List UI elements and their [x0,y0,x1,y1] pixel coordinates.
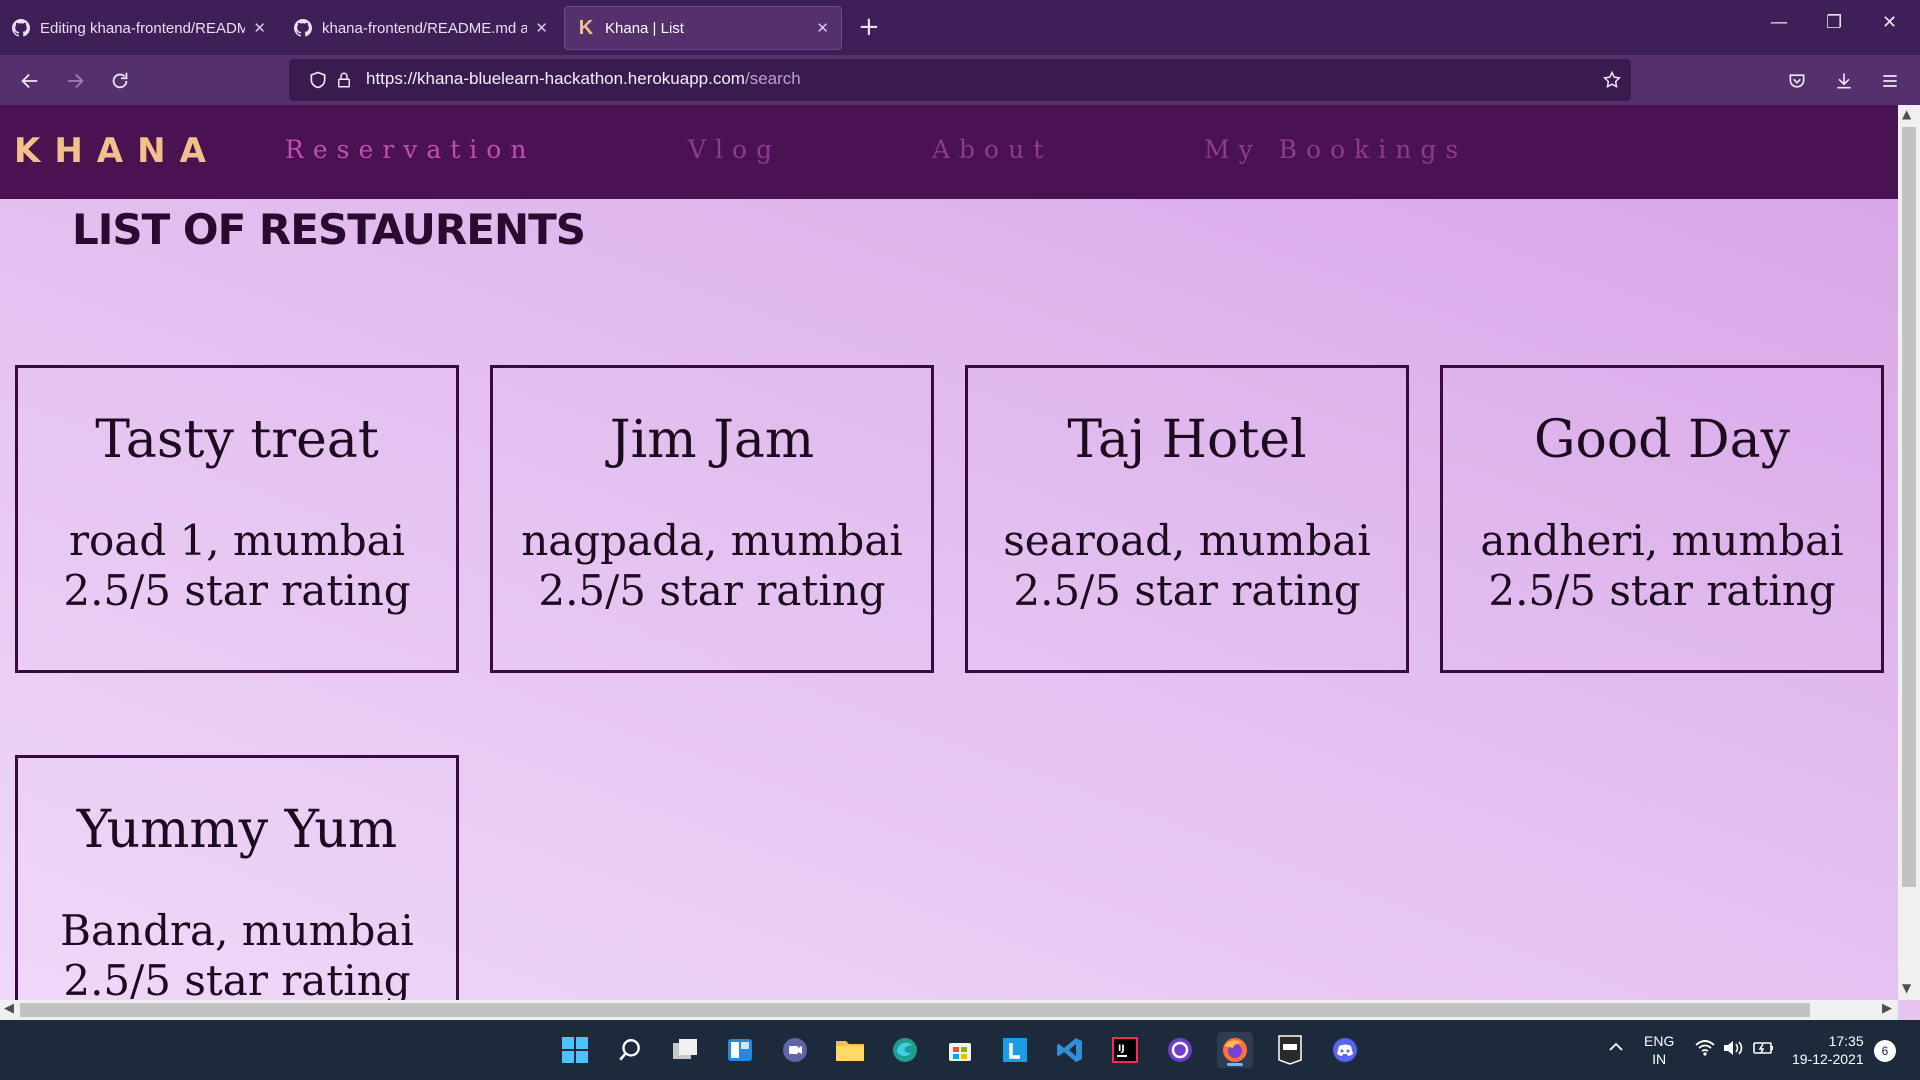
horizontal-scrollbar[interactable]: ◀ ▶ [0,1000,1898,1020]
region-code: IN [1652,1051,1667,1067]
star-icon[interactable] [1601,69,1623,91]
close-icon[interactable]: ✕ [535,19,548,37]
epic-games-icon[interactable] [1272,1032,1308,1068]
scroll-right-icon[interactable]: ▶ [1882,1001,1892,1016]
restore-icon[interactable]: ❐ [1826,12,1842,33]
teams-chat-icon[interactable] [777,1032,813,1068]
restaurant-rating: 2.5/5 star rating [63,956,411,1000]
svg-text:IJ: IJ [1118,1044,1125,1054]
battery-icon[interactable] [1752,1038,1776,1062]
minimize-icon[interactable]: — [1770,12,1788,33]
file-explorer-icon[interactable] [832,1032,868,1068]
url-path: /search [744,69,801,88]
clock-date: 19-12-2021 [1792,1051,1864,1067]
url-host: https://khana-bluelearn-hackathon.heroku… [366,69,745,88]
firefox-icon[interactable] [1217,1032,1253,1068]
clock-time: 17:35 [1828,1033,1864,1049]
close-icon[interactable]: ✕ [816,19,829,37]
lock-icon[interactable] [333,69,355,91]
notification-badge[interactable]: 6 [1874,1040,1896,1062]
shield-icon[interactable] [307,69,329,91]
restaurant-card[interactable]: Good Day andheri, mumbai 2.5/5 star rati… [1440,365,1884,673]
page-viewport: KHANA Reservation Vlog About My Bookings… [0,105,1898,1000]
scroll-up-icon[interactable]: ▲ [1902,107,1911,121]
restaurant-name: Tasty treat [95,410,379,470]
scrollbar-thumb[interactable] [20,1003,1810,1017]
nav-reservation[interactable]: Reservation [285,135,535,164]
input-language[interactable]: ENG IN [1644,1032,1674,1068]
back-arrow-icon[interactable] [16,67,44,95]
tray-overflow-icon[interactable] [1607,1040,1625,1058]
nav-my-bookings[interactable]: My Bookings [1204,135,1467,164]
windows-start-icon[interactable] [557,1032,593,1068]
scroll-left-icon[interactable]: ◀ [4,1001,14,1016]
menu-icon[interactable] [1876,67,1904,95]
restaurant-name: Yummy Yum [76,800,398,860]
github-icon [294,19,312,37]
restaurant-address: Bandra, mumbai [60,906,414,955]
scrollbar-thumb[interactable] [1902,127,1916,887]
forward-arrow-icon[interactable] [61,67,89,95]
restaurant-card[interactable]: Jim Jam nagpada, mumbai 2.5/5 star ratin… [490,365,934,673]
intellij-icon[interactable]: IJ [1107,1032,1143,1068]
tab-title: khana-frontend/README.md at [322,19,528,37]
vscode-icon[interactable] [1052,1032,1088,1068]
browser-tabstrip: Editing khana-frontend/READM ✕ khana-fro… [0,0,1920,55]
app-l-icon[interactable] [997,1032,1033,1068]
tab-khana-list[interactable]: K Khana | List ✕ [564,6,842,50]
close-icon[interactable]: ✕ [253,19,266,37]
volume-icon[interactable] [1722,1038,1744,1062]
restaurant-rating: 2.5/5 star rating [63,566,411,615]
site-header: KHANA Reservation Vlog About My Bookings [0,105,1898,199]
restaurant-rating: 2.5/5 star rating [1013,566,1361,615]
restaurant-card[interactable]: Taj Hotel searoad, mumbai 2.5/5 star rat… [965,365,1409,673]
download-icon[interactable] [1830,67,1858,95]
nav-vlog[interactable]: Vlog [688,135,781,164]
pocket-icon[interactable] [1783,67,1811,95]
windows-taskbar: IJ ENG IN 17:35 19-12-2021 [0,1020,1920,1080]
language-code: ENG [1644,1033,1675,1049]
url-bar[interactable]: https://khana-bluelearn-hackathon.heroku… [289,59,1631,101]
tab-readme[interactable]: khana-frontend/README.md at ✕ [282,6,560,50]
nav-about[interactable]: About [932,135,1052,164]
store-icon[interactable] [942,1032,978,1068]
tab-title: Editing khana-frontend/READM [40,19,246,37]
edge-browser-icon[interactable] [887,1032,923,1068]
active-indicator [1227,1063,1243,1066]
new-tab-button[interactable]: + [858,12,880,42]
restaurant-card[interactable]: Yummy Yum Bandra, mumbai 2.5/5 star rati… [15,755,459,1000]
url-text[interactable]: https://khana-bluelearn-hackathon.heroku… [366,69,801,89]
github-desktop-icon[interactable] [1162,1032,1198,1068]
khana-logo-icon: K [578,16,594,39]
restaurant-address: searoad, mumbai [1003,516,1371,565]
tab-title: Khana | List [605,19,684,37]
scroll-down-icon[interactable]: ▼ [1902,981,1911,995]
task-view-icon[interactable] [667,1032,703,1068]
restaurant-name: Taj Hotel [1067,410,1307,470]
tab-editing-readme[interactable]: Editing khana-frontend/READM ✕ [0,6,278,50]
vertical-scrollbar[interactable]: ▲ ▼ [1898,105,1920,1000]
restaurant-address: road 1, mumbai [68,516,406,565]
page-title: LIST OF RESTAURENTS [72,205,586,254]
site-logo[interactable]: KHANA [14,131,220,171]
restaurant-card[interactable]: Tasty treat road 1, mumbai 2.5/5 star ra… [15,365,459,673]
github-icon [12,19,30,37]
restaurant-rating: 2.5/5 star rating [538,566,886,615]
wifi-icon[interactable] [1694,1038,1716,1062]
search-icon[interactable] [612,1032,648,1068]
discord-icon[interactable] [1327,1032,1363,1068]
restaurant-address: andheri, mumbai [1480,516,1844,565]
restaurant-rating: 2.5/5 star rating [1488,566,1836,615]
restaurant-address: nagpada, mumbai [521,516,903,565]
clock[interactable]: 17:35 19-12-2021 [1792,1032,1864,1068]
widgets-icon[interactable] [722,1032,758,1068]
close-window-icon[interactable]: ✕ [1882,12,1897,33]
restaurant-name: Jim Jam [609,410,815,470]
reload-icon[interactable] [106,67,134,95]
restaurant-name: Good Day [1533,410,1791,470]
